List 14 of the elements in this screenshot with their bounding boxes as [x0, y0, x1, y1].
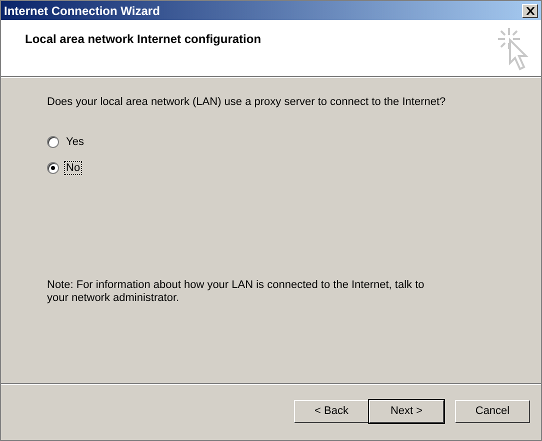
close-icon: [526, 6, 534, 14]
wizard-button[interactable]: < Back: [294, 400, 369, 422]
wizard-button[interactable]: Cancel: [455, 400, 530, 422]
radio-button[interactable]: [47, 162, 59, 174]
note-text: Note: For information about how your LAN is connected to the Internet, talk to your network administrator.: [47, 279, 426, 305]
cursor-sparkle-icon: [497, 27, 531, 71]
page-title: Local area network Internet configuration: [25, 32, 262, 46]
wizard-button[interactable]: Next >: [369, 400, 444, 422]
radio-option[interactable]: Yes: [47, 135, 501, 149]
radio-option[interactable]: No: [47, 161, 501, 175]
window-title: Internet Connection Wizard: [4, 4, 160, 18]
radio-button[interactable]: [47, 136, 59, 148]
close-button[interactable]: [522, 4, 538, 18]
question-text: Does your local area network (LAN) use a proxy server to connect to the Internet?: [47, 96, 447, 108]
